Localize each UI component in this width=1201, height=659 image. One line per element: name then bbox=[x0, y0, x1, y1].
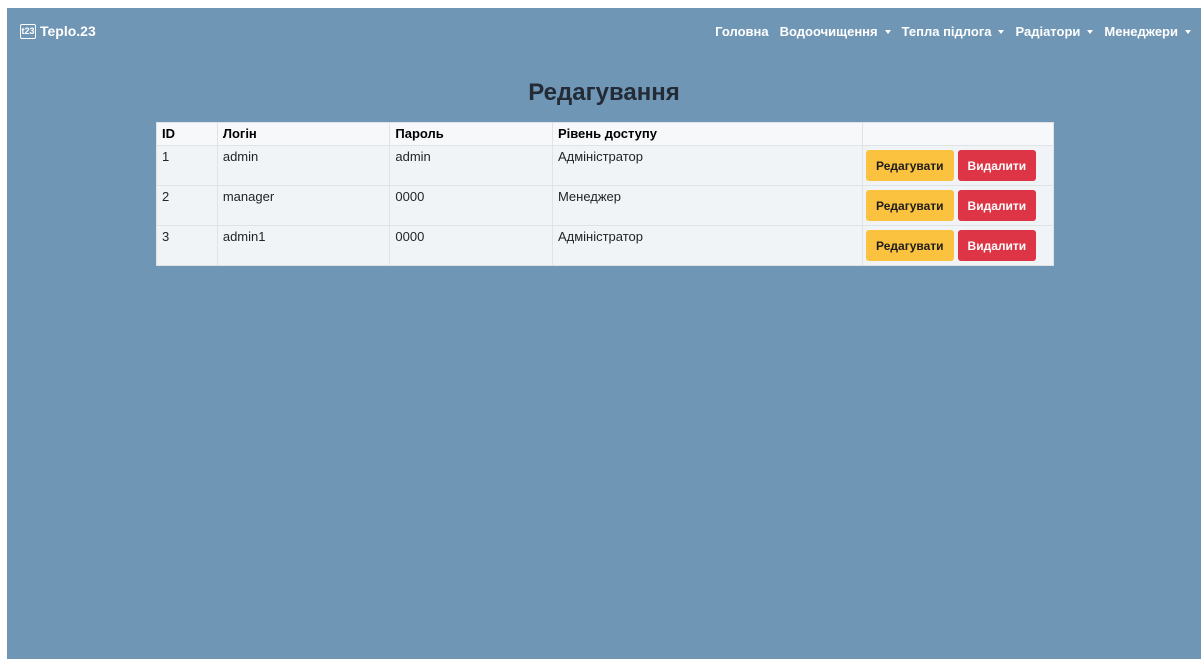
delete-button[interactable]: Видалити bbox=[957, 150, 1037, 181]
delete-button[interactable]: Видалити bbox=[957, 230, 1037, 261]
brand-link[interactable]: t23 Teplo.23 bbox=[20, 24, 96, 39]
cell-id: 2 bbox=[156, 185, 218, 226]
cell-access-level: Менеджер bbox=[551, 185, 864, 226]
cell-id: 3 bbox=[156, 225, 218, 266]
table-header-row: ID Логін Пароль Рівень доступу bbox=[156, 122, 1054, 146]
page-background: t23 Teplo.23 Головна Водоочищення Тепла … bbox=[7, 8, 1201, 659]
table-row: 3 admin1 0000 Адміністратор Редагувати Ви… bbox=[156, 225, 1054, 266]
cell-password: admin bbox=[389, 145, 553, 186]
edit-button[interactable]: Редагувати bbox=[866, 150, 954, 181]
edit-button[interactable]: Редагувати bbox=[866, 190, 954, 221]
cell-actions: Редагувати Видалити bbox=[862, 225, 1054, 266]
cell-login: admin bbox=[216, 145, 391, 186]
nav-link-label: Тепла підлога bbox=[901, 24, 992, 39]
delete-button[interactable]: Видалити bbox=[957, 190, 1037, 221]
column-header-actions bbox=[862, 122, 1054, 146]
cell-login: admin1 bbox=[216, 225, 391, 266]
navbar: t23 Teplo.23 Головна Водоочищення Тепла … bbox=[7, 8, 1201, 56]
table-row: 2 manager 0000 Менеджер Редагувати Видали… bbox=[156, 185, 1054, 226]
caret-down-icon bbox=[1185, 30, 1191, 34]
nav-link-label: Радіатори bbox=[1015, 24, 1081, 39]
cell-actions: Редагувати Видалити bbox=[862, 185, 1054, 226]
cell-access-level: Адміністратор bbox=[551, 145, 864, 186]
cell-access-level: Адміністратор bbox=[551, 225, 864, 266]
nav-link-label: Водоочищення bbox=[779, 24, 878, 39]
caret-down-icon bbox=[884, 30, 891, 34]
cell-id: 1 bbox=[156, 145, 218, 186]
nav-link-home[interactable]: Головна bbox=[715, 24, 768, 39]
column-header-login: Логін bbox=[216, 122, 391, 146]
cell-password: 0000 bbox=[389, 185, 553, 226]
nav-link-managers[interactable]: Менеджери bbox=[1104, 24, 1191, 39]
table-row: 1 admin admin Адміністратор Редагувати Ви… bbox=[156, 145, 1054, 186]
users-table: ID Логін Пароль Рівень доступу 1 admin a… bbox=[156, 122, 1054, 266]
cell-login: manager bbox=[216, 185, 391, 226]
nav-link-label: Менеджери bbox=[1104, 24, 1178, 39]
page-title: Редагування bbox=[528, 79, 680, 106]
column-header-id: ID bbox=[156, 122, 218, 146]
brand-logo-icon: t23 bbox=[20, 24, 36, 39]
brand-name: Teplo.23 bbox=[40, 23, 96, 39]
nav-link-radiators[interactable]: Радіатори bbox=[1015, 24, 1094, 39]
cell-password: 0000 bbox=[389, 225, 553, 266]
caret-down-icon bbox=[998, 30, 1005, 34]
nav-link-water-treatment[interactable]: Водоочищення bbox=[780, 24, 891, 39]
edit-button[interactable]: Редагувати bbox=[866, 230, 954, 261]
column-header-access-level: Рівень доступу bbox=[551, 122, 864, 146]
nav-link-label: Головна bbox=[715, 24, 769, 39]
nav-link-underfloor-heating[interactable]: Тепла підлога bbox=[902, 24, 1005, 39]
nav-links: Головна Водоочищення Тепла підлога Радіа… bbox=[704, 24, 1191, 39]
caret-down-icon bbox=[1087, 30, 1094, 34]
column-header-password: Пароль bbox=[389, 122, 553, 146]
cell-actions: Редагувати Видалити bbox=[862, 145, 1054, 186]
